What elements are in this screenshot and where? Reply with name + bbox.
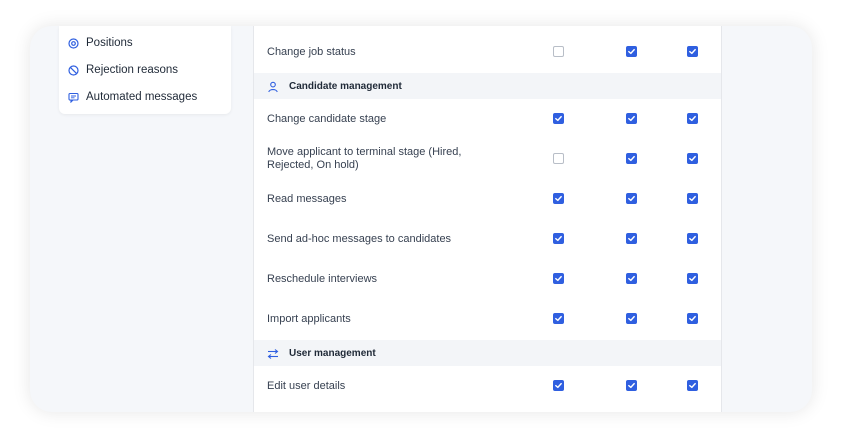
permission-checkbox[interactable] [687,153,698,164]
permission-row: Edit user details [254,378,721,394]
section-candidate-management: Candidate management [254,73,721,99]
permission-checkbox[interactable] [626,153,637,164]
permission-checkbox[interactable] [626,46,637,57]
permission-checkbox[interactable] [553,313,564,324]
permission-checkbox[interactable] [687,380,698,391]
section-title: Candidate management [289,80,402,92]
permission-checkbox[interactable] [626,233,637,244]
permission-checkbox[interactable] [553,193,564,204]
chat-icon [68,92,79,103]
arrows-swap-icon [267,347,279,359]
permission-checkbox[interactable] [626,313,637,324]
permission-checkbox[interactable] [553,153,564,164]
permissions-card: Positions Rejection reasons Automated me… [30,26,812,412]
permission-row: Change candidate stage [254,111,721,127]
permission-checkbox[interactable] [687,113,698,124]
permission-checkbox[interactable] [687,313,698,324]
permission-checkbox[interactable] [553,46,564,57]
sidebar-item-label: Rejection reasons [86,64,179,76]
permission-label: Import applicants [267,312,351,325]
permission-checkbox[interactable] [626,113,637,124]
users-icon [267,80,279,93]
permission-checkbox[interactable] [626,193,637,204]
permission-checkbox[interactable] [553,233,564,244]
sidebar-item-rejection-reasons[interactable]: Rejection reasons [68,60,178,80]
sidebar-item-label: Automated messages [86,91,198,103]
permission-row: Read messages [254,191,721,207]
permission-row: Reschedule interviews [254,271,721,287]
sidebar-item-automated-messages[interactable]: Automated messages [68,87,197,107]
permission-row: Change job status [254,44,721,60]
permission-checkbox[interactable] [553,113,564,124]
permission-checkbox[interactable] [687,233,698,244]
permission-row: Move applicant to terminal stage (Hired,… [254,146,721,174]
permission-label: Change candidate stage [267,112,387,125]
permission-checkbox[interactable] [626,380,637,391]
permission-label: Read messages [267,192,347,205]
section-title: User management [289,347,376,359]
permission-checkbox[interactable] [626,273,637,284]
sidebar-item-label: Positions [86,37,133,49]
permission-label: Move applicant to terminal stage (Hired,… [267,146,461,172]
permission-checkbox[interactable] [553,273,564,284]
permission-label: Edit user details [267,379,346,392]
target-icon [68,37,79,49]
permissions-table: Change job status Candidate management C… [253,26,722,412]
permission-label-line-1: Move applicant to terminal stage (Hired, [267,146,462,158]
permission-checkbox[interactable] [687,193,698,204]
settings-sidebar: Positions Rejection reasons Automated me… [59,26,231,114]
permission-row: Send ad-hoc messages to candidates [254,231,721,247]
permission-label: Send ad-hoc messages to candidates [267,232,452,245]
permission-label: Change job status [267,45,356,58]
ban-icon [68,64,79,76]
permission-checkbox[interactable] [553,380,564,391]
permission-checkbox[interactable] [687,273,698,284]
permission-checkbox[interactable] [687,46,698,57]
permission-label-line-2: Rejected, On hold) [267,159,359,171]
section-user-management: User management [254,340,721,366]
permission-row: Import applicants [254,311,721,327]
permission-label: Reschedule interviews [267,272,378,285]
sidebar-item-positions[interactable]: Positions [68,33,133,53]
